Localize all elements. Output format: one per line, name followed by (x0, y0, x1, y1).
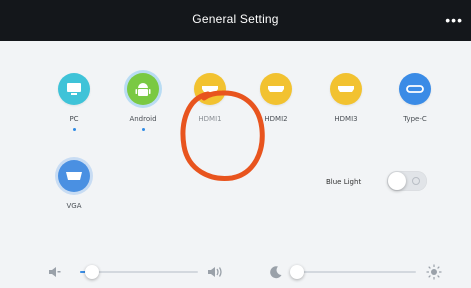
blue-light-toggle[interactable] (387, 171, 427, 191)
page-title: General Setting (192, 12, 279, 26)
source-hdmi3[interactable]: HDMI3 (316, 73, 376, 123)
sun-icon (426, 264, 442, 280)
vga-port-icon (58, 160, 90, 192)
source-vga[interactable]: VGA (44, 160, 104, 210)
source-hdmi2[interactable]: HDMI2 (246, 73, 306, 123)
source-label: HDMI1 (198, 115, 222, 123)
source-label: Android (129, 115, 157, 123)
source-pc[interactable]: PC (44, 73, 104, 131)
source-label: HDMI3 (334, 115, 358, 123)
source-label: Type-C (403, 115, 427, 123)
active-indicator (72, 128, 76, 131)
brightness-track[interactable] (291, 271, 416, 273)
hdmi-port-icon (260, 73, 292, 105)
blue-light-label: Blue Light (326, 178, 362, 186)
monitor-icon (58, 73, 90, 105)
volume-low-icon (49, 267, 61, 277)
android-icon (127, 73, 159, 105)
volume-high-icon (208, 267, 222, 277)
usb-c-icon (399, 73, 431, 105)
hdmi-port-icon (194, 73, 226, 105)
source-android[interactable]: Android (113, 73, 173, 131)
hdmi-port-icon (330, 73, 362, 105)
toggle-off-indicator (412, 177, 420, 185)
toggle-knob (388, 172, 406, 190)
brightness-slider-handle[interactable] (290, 265, 304, 279)
source-label: HDMI2 (264, 115, 288, 123)
source-type-c[interactable]: Type-C (385, 73, 445, 123)
moon-icon (270, 266, 282, 279)
volume-slider-handle[interactable] (85, 265, 99, 279)
source-label: VGA (66, 202, 82, 210)
header-bar: General Setting ••• (0, 0, 471, 41)
active-indicator (141, 128, 145, 131)
more-options-button[interactable]: ••• (445, 12, 463, 28)
source-hdmi1[interactable]: HDMI1 (180, 73, 240, 123)
source-label: PC (69, 115, 79, 123)
